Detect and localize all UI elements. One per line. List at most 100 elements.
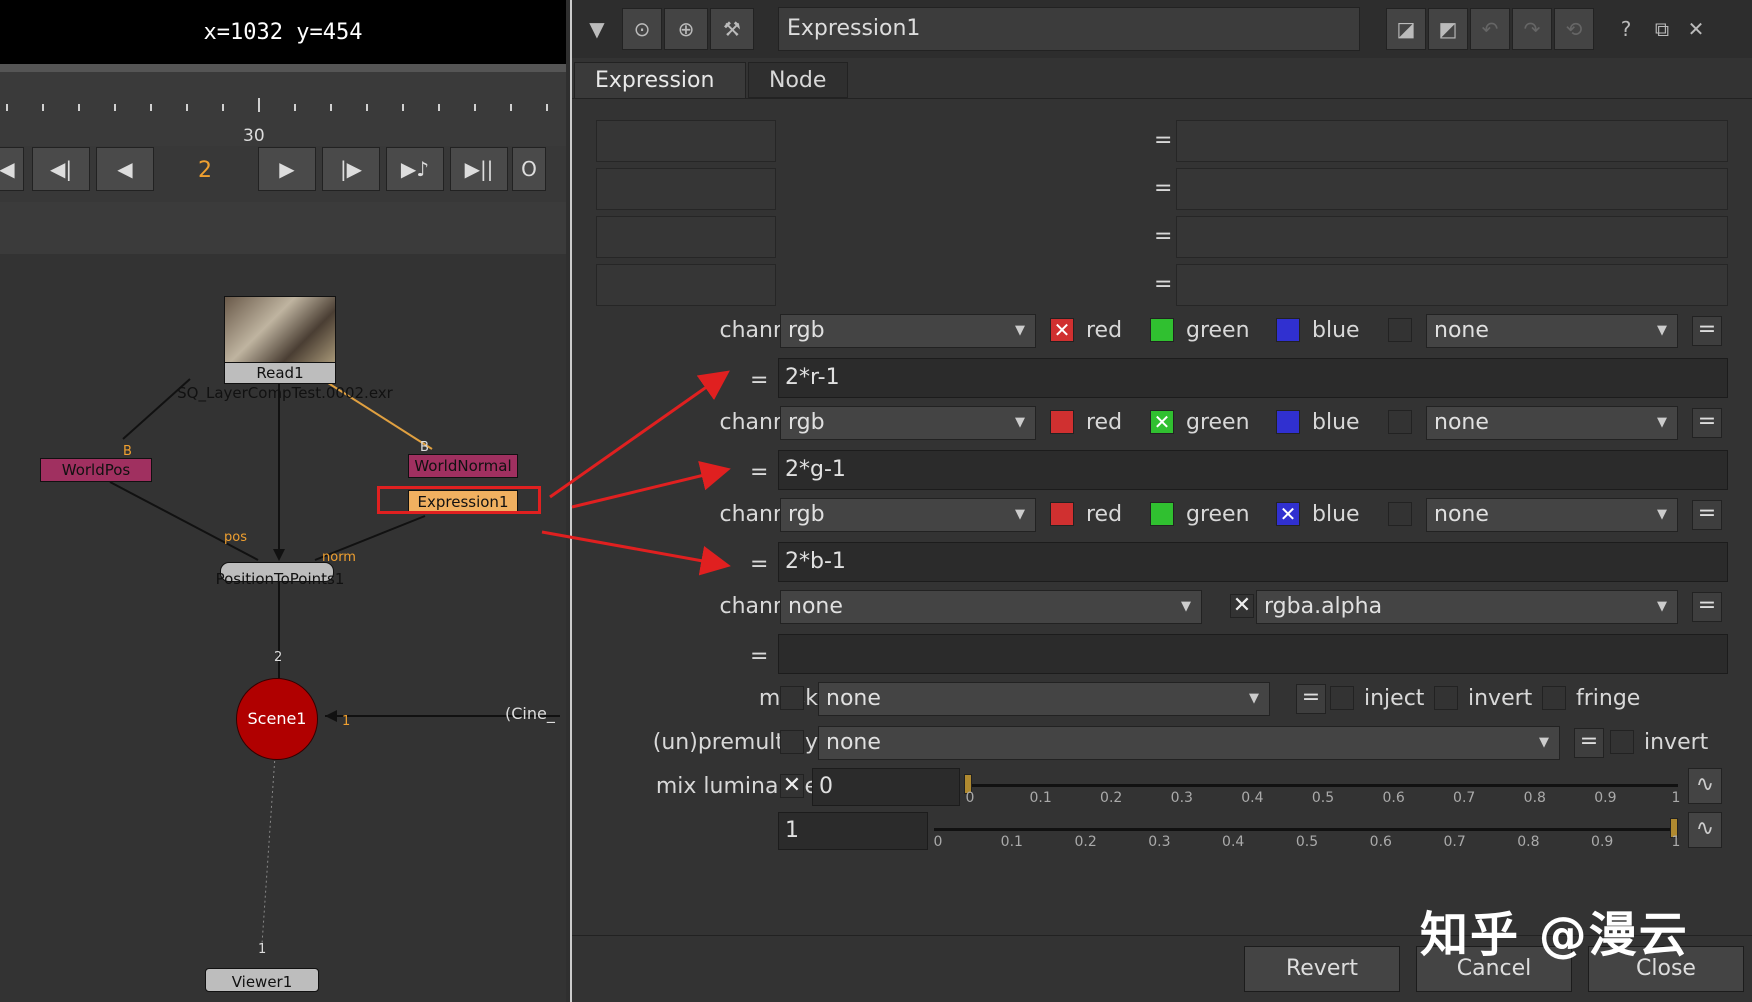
premult-enable-checkbox[interactable] [780, 730, 804, 754]
cine-node-label[interactable]: (Cine_ [505, 704, 570, 723]
channel-equals-button-3[interactable]: = [1692, 500, 1722, 530]
temp-expr-field-2[interactable] [1176, 168, 1728, 210]
channel-red-checkbox-1[interactable]: ✕ [1050, 318, 1074, 342]
channel-extra-checkbox-1[interactable] [1388, 318, 1412, 342]
expression-field-1[interactable]: 2*r-1 [778, 358, 1728, 398]
slider-tick-label: 0.4 [1241, 790, 1264, 806]
channel-red-label-1: red [1086, 318, 1123, 343]
temp-name-field-4[interactable] [596, 264, 776, 306]
center-node-icon[interactable]: ⊙ [622, 8, 662, 50]
temp-name-field-2[interactable] [596, 168, 776, 210]
position-to-points-node[interactable]: PositionToPoints1 [200, 570, 360, 588]
slider-tick-label: 0.1 [1029, 790, 1052, 806]
current-frame-field[interactable]: 2 [198, 158, 212, 183]
channel-extra-dropdown-1[interactable]: none ▼ [1426, 314, 1678, 348]
scene1-node[interactable]: Scene1 [236, 678, 318, 760]
color-picker-icon[interactable]: ◪ [1386, 8, 1426, 50]
color-picker-alt-icon[interactable]: ◩ [1428, 8, 1468, 50]
channel-extra-dropdown-2[interactable]: none ▼ [1426, 406, 1678, 440]
slider-tick-label: 0.6 [1369, 834, 1392, 850]
node-tree-icon[interactable]: ⊕ [664, 8, 708, 50]
expression-field-2[interactable]: 2*g-1 [778, 450, 1728, 490]
channel-green-checkbox-2[interactable]: ✕ [1150, 410, 1174, 434]
temp-name-field-1[interactable] [596, 120, 776, 162]
viewer1-node[interactable]: Viewer1 [205, 968, 319, 992]
channel-blue-checkbox-3[interactable]: ✕ [1276, 502, 1300, 526]
revert-button[interactable]: Revert [1244, 946, 1400, 992]
mix-luminance-curve-icon[interactable]: ∿ [1688, 768, 1722, 804]
channel-blue-checkbox-2[interactable] [1276, 410, 1300, 434]
premult-equals-button[interactable]: = [1574, 728, 1604, 758]
step-back-button[interactable]: ◀ [96, 147, 154, 191]
expr-equals-1: = [750, 368, 769, 393]
close-panel-icon[interactable]: ✕ [1682, 8, 1710, 50]
step-forward-button[interactable]: |▶ [322, 147, 380, 191]
mix-luminance-enable-checkbox[interactable]: ✕ [780, 774, 804, 798]
channel-extra-dropdown-3[interactable]: none ▼ [1426, 498, 1678, 532]
mask-equals-button[interactable]: = [1296, 684, 1326, 714]
last-frame-button[interactable]: ▶|| [450, 147, 508, 191]
tab-node[interactable]: Node [748, 62, 848, 98]
timeline-ruler[interactable]: 30 [0, 66, 566, 148]
mix-curve-icon[interactable]: ∿ [1688, 812, 1722, 848]
wrench-icon[interactable]: ⚒ [710, 8, 754, 50]
mix-slider-track[interactable] [934, 828, 1678, 831]
timeline-tick [330, 104, 332, 111]
help-icon[interactable]: ? [1612, 8, 1640, 50]
channels-dropdown-1[interactable]: rgb ▼ [780, 314, 1036, 348]
step-forward-key-button[interactable]: ▶♪ [386, 147, 444, 191]
channel-extra-checkbox-3[interactable] [1388, 502, 1412, 526]
channel-red-checkbox-3[interactable] [1050, 502, 1074, 526]
temp-expr-field-1[interactable] [1176, 120, 1728, 162]
alpha-channel-dropdown[interactable]: rgba.alpha ▼ [1256, 590, 1678, 624]
temp-name-field-3[interactable] [596, 216, 776, 258]
read1-thumbnail[interactable] [224, 296, 336, 364]
tab-expression[interactable]: Expression [574, 62, 746, 98]
worldnormal-node[interactable]: WorldNormal [408, 454, 518, 478]
mask-enable-checkbox[interactable] [780, 686, 804, 710]
fringe-checkbox[interactable] [1542, 686, 1566, 710]
collapse-triangle-icon[interactable]: ▼ [582, 8, 612, 50]
node-graph[interactable]: Read1 SQ_LayerCompTest.0002.exr WorldPos… [0, 254, 566, 1002]
edge-label-2: 2 [274, 650, 283, 665]
inject-checkbox[interactable] [1330, 686, 1354, 710]
float-panel-icon[interactable]: ⧉ [1648, 8, 1676, 50]
redo-icon[interactable]: ↷ [1512, 8, 1552, 50]
mix-luminance-slider-track[interactable] [964, 784, 1678, 787]
channels-dropdown-2[interactable]: rgb ▼ [780, 406, 1036, 440]
alpha-equals-button[interactable]: = [1692, 592, 1722, 622]
slider-tick-label: 0 [965, 790, 975, 806]
loop-mode-button[interactable]: O [512, 147, 546, 191]
channel-equals-button-2[interactable]: = [1692, 408, 1722, 438]
channel-green-checkbox-3[interactable] [1150, 502, 1174, 526]
revert-icon[interactable]: ⟲ [1554, 8, 1594, 50]
mask-dropdown[interactable]: none ▼ [818, 682, 1270, 716]
node-name-field[interactable]: Expression1 [778, 7, 1360, 51]
mix-input[interactable]: 1 [778, 812, 928, 850]
fringe-label: fringe [1576, 686, 1641, 711]
transport-controls: ◀ ◀| ◀ 2 ▶ |▶ ▶♪ ▶|| O [0, 146, 566, 202]
channel-extra-checkbox-2[interactable] [1388, 410, 1412, 434]
mix-luminance-input[interactable]: 0 [812, 768, 960, 806]
slider-tick-label: 1 [1671, 834, 1681, 850]
step-back-key-button[interactable]: ◀| [32, 147, 90, 191]
channel-blue-checkbox-1[interactable] [1276, 318, 1300, 342]
alpha-channels-dropdown[interactable]: none ▼ [780, 590, 1202, 624]
mask-invert-checkbox[interactable] [1434, 686, 1458, 710]
temp-expr-field-4[interactable] [1176, 264, 1728, 306]
worldpos-node[interactable]: WorldPos [40, 458, 152, 482]
premult-dropdown[interactable]: none ▼ [818, 726, 1560, 760]
channel-green-checkbox-1[interactable] [1150, 318, 1174, 342]
expression-field-3[interactable]: 2*b-1 [778, 542, 1728, 582]
undo-icon[interactable]: ↶ [1470, 8, 1510, 50]
play-forward-button[interactable]: ▶ [258, 147, 316, 191]
expression-field-alpha[interactable] [778, 634, 1728, 674]
channels-dropdown-3[interactable]: rgb ▼ [780, 498, 1036, 532]
channel-red-checkbox-2[interactable] [1050, 410, 1074, 434]
temp-expr-field-3[interactable] [1176, 216, 1728, 258]
play-backward-first-icon[interactable]: ◀ [0, 147, 24, 191]
channel-equals-button-1[interactable]: = [1692, 316, 1722, 346]
alpha-enable-checkbox[interactable]: ✕ [1230, 594, 1254, 618]
read1-node[interactable]: Read1 [224, 362, 336, 384]
premult-invert-checkbox[interactable] [1610, 730, 1634, 754]
